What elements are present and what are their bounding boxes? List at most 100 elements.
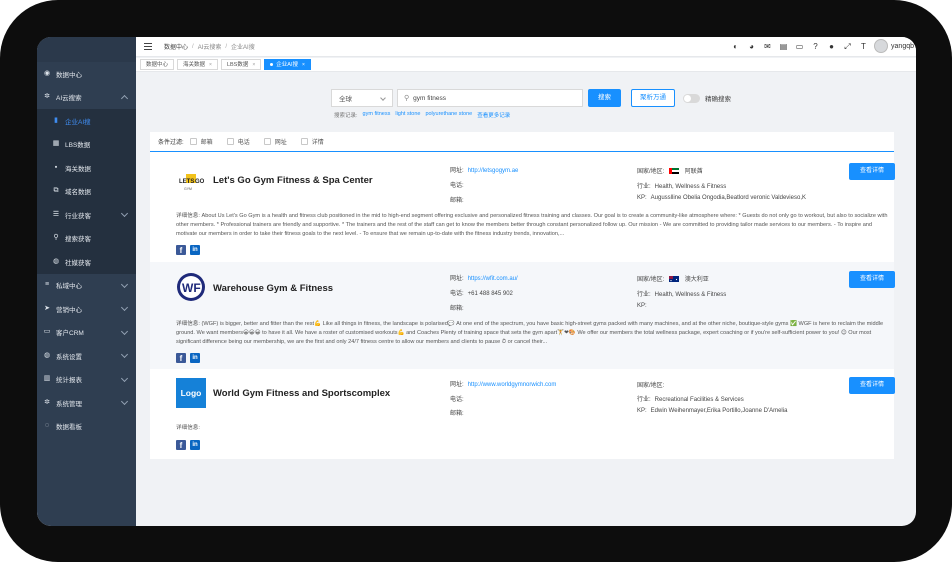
sidebar-item-ai-search[interactable]: ✲ AI云搜索 xyxy=(37,86,136,110)
chevron-down-icon xyxy=(120,280,129,288)
website-link[interactable]: http://www.worldgymnorwich.com xyxy=(468,382,557,388)
user-menu[interactable]: yangqb xyxy=(874,39,914,53)
tab-bar: 数据中心 海关数据 × LBS数据 × 企业AI搜 × xyxy=(136,58,916,72)
sidebar-item-industry[interactable]: ☰ 行业获客 xyxy=(37,203,136,227)
facebook-icon[interactable]: f xyxy=(176,440,186,450)
industry-value: Recreational Facilities & Services xyxy=(654,397,744,403)
close-icon[interactable]: × xyxy=(252,60,255,70)
bulk-search-button[interactable]: 聚析万通 xyxy=(631,89,675,107)
active-dot-icon xyxy=(270,63,274,66)
history-link[interactable]: polyurethane stone xyxy=(425,111,472,119)
svg-text:GYM: GYM xyxy=(184,187,192,191)
bar-chart-icon: ▥ xyxy=(43,375,51,383)
company-name[interactable]: World Gym Fitness and Sportscomplex xyxy=(213,388,390,399)
facebook-icon[interactable]: f xyxy=(176,245,186,255)
list-icon: ☰ xyxy=(52,210,60,218)
sidebar-item-private[interactable]: ≡ 私域中心 xyxy=(37,274,136,298)
industry-field: 行业: Health, Wellness & Fitness xyxy=(637,289,726,298)
exact-search-toggle[interactable] xyxy=(683,93,700,103)
globe-icon: ◍ xyxy=(43,351,51,359)
filter-checkbox-email[interactable]: 邮箱 xyxy=(189,137,213,146)
sidebar-item-label: 数据中心 xyxy=(56,71,82,79)
sidebar-item-data-center[interactable]: ◉ 数据中心 xyxy=(37,62,136,86)
tab-lbs[interactable]: LBS数据 × xyxy=(220,59,262,70)
sidebar-item-board[interactable]: ◌ 数据看板 xyxy=(37,415,136,439)
sidebar-item-lbs[interactable]: ▦ LBS数据 xyxy=(37,133,136,157)
tab-data-center[interactable]: 数据中心 xyxy=(140,59,175,70)
search-input[interactable]: ⚲ gym fitness xyxy=(397,89,583,107)
menu-toggle-icon[interactable] xyxy=(144,43,152,50)
monitor-icon[interactable]: ▭ xyxy=(795,42,804,51)
phone-field: 电话: xyxy=(450,394,468,403)
tab-customs[interactable]: 海关数据 × xyxy=(177,59,218,70)
tab-enterprise-ai[interactable]: 企业AI搜 × xyxy=(264,59,311,70)
search-button[interactable]: 搜索 xyxy=(588,89,621,107)
linkedin-icon[interactable]: in xyxy=(190,353,200,363)
github-icon[interactable]: ● xyxy=(827,42,836,51)
sidebar-item-social[interactable]: ◍ 社媒获客 xyxy=(37,250,136,274)
sidebar-item-system-admin[interactable]: ✲ 系统管理 xyxy=(37,391,136,415)
filter-checkbox-website[interactable]: 网址 xyxy=(263,137,287,146)
website-link[interactable]: https://wfit.com.au/ xyxy=(468,276,518,282)
sidebar-item-system-settings[interactable]: ◍ 系统设置 xyxy=(37,344,136,368)
help-icon[interactable]: ? xyxy=(811,42,820,51)
view-detail-button[interactable]: 查看详情 xyxy=(849,377,895,394)
field-label: 邮箱: xyxy=(450,306,464,312)
breadcrumb-item[interactable]: 数据中心 xyxy=(164,42,188,51)
top-bar: 数据中心 / AI云搜索 / 企业AI搜 ◐ ◕ ✉ ▤ ▭ ? ● ⤢ T y… xyxy=(136,37,916,57)
volume-icon[interactable]: ◐ xyxy=(731,42,740,51)
field-label: 国家/地区: xyxy=(637,277,665,283)
email-field: 邮箱: xyxy=(450,195,468,204)
history-more-link[interactable]: 查看更多记录 xyxy=(477,111,510,119)
mail-icon[interactable]: ✉ xyxy=(763,42,772,51)
search-query: gym fitness xyxy=(413,94,447,102)
avatar[interactable] xyxy=(874,39,889,53)
search-row: 全球 ⚲ gym fitness 搜索 聚析万通 精确搜索 xyxy=(331,89,731,107)
sidebar-item-label: LBS数据 xyxy=(65,142,91,150)
sidebar-item-enterprise-ai[interactable]: ▮ 企业AI搜 xyxy=(37,109,136,133)
exact-search-label: 精确搜索 xyxy=(705,96,731,103)
website-field: 网址: http://letsgogym.ae xyxy=(450,165,518,174)
facebook-icon[interactable]: f xyxy=(176,353,186,363)
history-link[interactable]: light stone xyxy=(395,111,420,119)
view-detail-button[interactable]: 查看详情 xyxy=(849,163,895,180)
sidebar-item-crm[interactable]: ▭ 客户CRM xyxy=(37,321,136,345)
description-label: 详细信息: xyxy=(176,321,200,327)
uae-flag xyxy=(669,168,680,174)
chevron-down-icon xyxy=(120,397,129,406)
sidebar-item-search-acquire[interactable]: ⚲ 搜索获客 xyxy=(37,227,136,251)
company-name[interactable]: Let's Go Gym Fitness & Spa Center xyxy=(213,175,373,186)
filter-checkbox-detail[interactable]: 详情 xyxy=(300,137,324,146)
view-detail-button[interactable]: 查看详情 xyxy=(849,271,895,288)
sidebar-item-marketing[interactable]: ➤ 营销中心 xyxy=(37,297,136,321)
font-size-icon[interactable]: T xyxy=(859,42,868,51)
phone-value: +61 488 845 902 xyxy=(467,291,513,297)
linkedin-icon[interactable]: in xyxy=(190,245,200,255)
fullscreen-icon[interactable]: ⤢ xyxy=(843,42,852,51)
kp-value: Augusslline Obelia Ongodia,Beatlord vero… xyxy=(650,195,806,201)
field-label: 邮箱: xyxy=(450,411,464,417)
sidebar-logo xyxy=(37,37,136,62)
website-link[interactable]: http://letsgogym.ae xyxy=(468,168,519,174)
checkbox-label: 电话 xyxy=(237,140,250,146)
field-label: 行业: xyxy=(637,184,651,190)
company-name[interactable]: Warehouse Gym & Fitness xyxy=(213,283,333,294)
breadcrumb-item[interactable]: AI云搜索 xyxy=(198,42,222,51)
filter-checkbox-phone[interactable]: 电话 xyxy=(226,137,250,146)
close-icon[interactable]: × xyxy=(209,60,212,70)
description-label: 详细信息: xyxy=(176,425,200,431)
document-icon[interactable]: ▤ xyxy=(779,42,788,51)
sidebar-item-reports[interactable]: ▥ 统计报表 xyxy=(37,368,136,392)
sidebar-item-customs[interactable]: ▪ 海关数据 xyxy=(37,156,136,180)
field-label: KP: xyxy=(637,408,647,414)
linkedin-icon[interactable]: in xyxy=(190,440,200,450)
history-link[interactable]: gym fitness xyxy=(363,111,391,119)
close-icon[interactable]: × xyxy=(302,60,305,70)
search-history: 搜索记录: gym fitness light stone polyuretha… xyxy=(334,111,510,119)
breadcrumb-item: 企业AI搜 xyxy=(231,45,255,51)
scope-select[interactable]: 全球 xyxy=(331,89,393,107)
sidebar-item-domain[interactable]: ⧉ 域名数据 xyxy=(37,180,136,204)
whatsapp-icon[interactable]: ◕ xyxy=(747,42,756,51)
field-label: 邮箱: xyxy=(450,198,464,204)
app-screen: ◉ 数据中心 ✲ AI云搜索 ▮ 企业AI搜 ▦ LBS数据 ▪ 海关数据 ⧉ … xyxy=(37,37,916,526)
